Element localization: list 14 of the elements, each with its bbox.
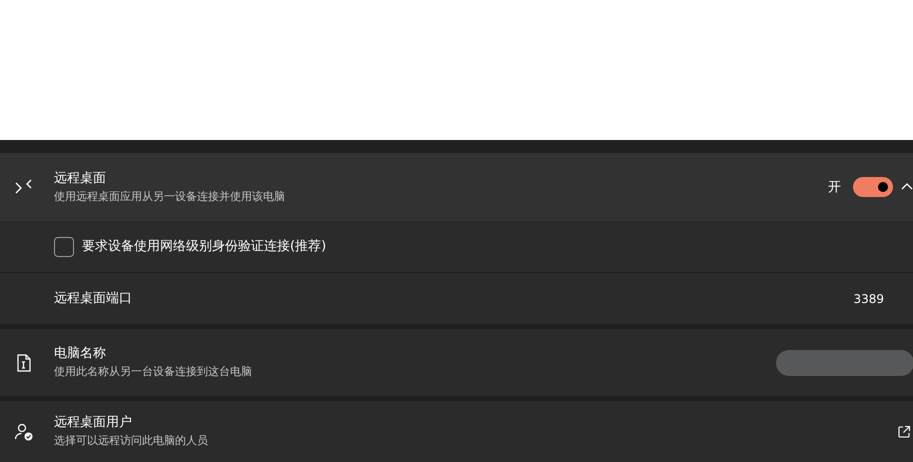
toggle-switch[interactable] [853, 177, 893, 197]
checkbox[interactable] [54, 236, 74, 256]
setting-description: 选择可以远程访问此电脑的人员 [54, 434, 209, 448]
setting-title: 远程桌面 [54, 170, 107, 186]
port-value: 3389 [853, 292, 884, 306]
external-link-icon[interactable] [897, 424, 911, 438]
setting-description: 使用远程桌面应用从另一设备连接并使用该电脑 [54, 190, 286, 204]
checkbox-label: 要求设备使用网络级别身份验证连接(推荐) [82, 238, 326, 254]
setting-description: 使用此名称从另一台设备连接到这台电脑 [54, 365, 253, 379]
toggle-label: 开 [828, 179, 841, 196]
setting-title: 电脑名称 [54, 346, 107, 362]
setting-title: 远程桌面用户 [54, 415, 133, 431]
setting-title: 远程桌面端口 [54, 290, 133, 306]
user-check-icon [14, 422, 34, 442]
